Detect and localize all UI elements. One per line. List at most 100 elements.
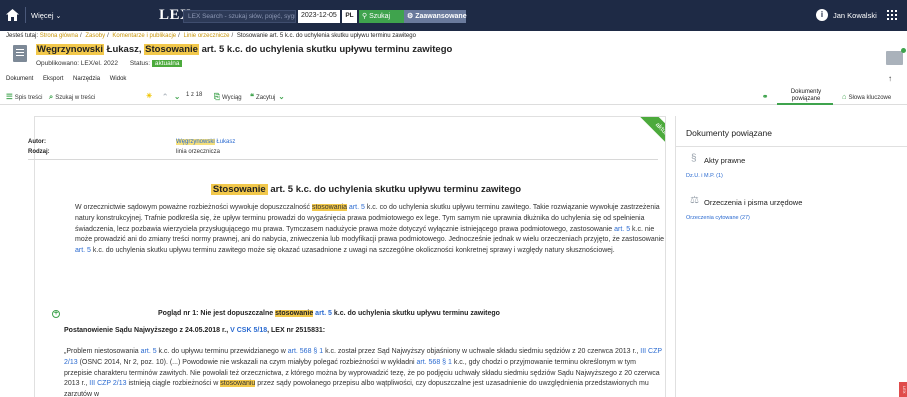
status-label: Status: — [129, 60, 151, 67]
document-toolbar: ☰ Spis treści ⌕ Szukaj w treści ☀ ⌃ ⌄ 1 z … — [0, 88, 907, 105]
settings-icon: ⚙ — [407, 13, 414, 20]
status-badge: aktualna — [151, 60, 183, 67]
breadcrumb-item[interactable]: Komentarze i publikacje — [112, 33, 176, 39]
article-link[interactable]: art. 5 — [315, 310, 332, 317]
author-value: Węgrzynowski Łukasz — [176, 139, 235, 145]
paragraph-icon: § — [691, 153, 697, 164]
article-link[interactable]: art. 568 § 1 — [288, 348, 323, 355]
collapse-up-icon[interactable]: ↑ — [888, 74, 892, 83]
prev-match-button[interactable]: ⌃ — [162, 92, 170, 101]
new-document-icon[interactable] — [886, 48, 906, 65]
divider — [25, 7, 26, 23]
tab-view[interactable]: Widok — [110, 76, 127, 82]
toc-button[interactable]: ☰ Spis treści — [6, 92, 42, 101]
toc-icon: ☰ — [6, 92, 13, 101]
menu-tabs: Dokument Eksport Narzędzia Widok — [6, 76, 134, 82]
match-counter: 1 z 18 — [186, 92, 203, 98]
author-label: Autor: — [28, 139, 46, 145]
chevron-up-icon: ⌃ — [162, 92, 169, 101]
side-panel-title: Dokumenty powiązane — [686, 128, 772, 138]
cite-button[interactable]: ❝ Zacytuj ⌄ — [250, 92, 287, 101]
breadcrumb-prefix: Jesteś tutaj: — [6, 33, 39, 39]
heading-highlight: Stosowanie — [210, 184, 268, 195]
advanced-search-label: Zaawansowane — [415, 13, 467, 20]
active-tab-indicator — [777, 103, 833, 105]
type-label: Rodzaj: — [28, 149, 50, 155]
divider — [28, 159, 658, 160]
date-field[interactable]: 2023-12-05 — [298, 10, 340, 23]
chevron-down-icon: ⌄ — [174, 92, 181, 101]
breadcrumb-current: Stosowanie art. 5 k.c. do uchylenia skut… — [236, 33, 416, 39]
title-rest: art. 5 k.c. do uchylenia skutku upływu t… — [201, 44, 453, 55]
view-heading: Pogląd nr 1: Nie jest dopuszczalne stoso… — [158, 310, 500, 317]
section-title-rulings: Orzeczenia i pisma urzędowe — [704, 198, 803, 207]
author-link-rest[interactable]: Łukasz — [216, 139, 235, 145]
acts-link[interactable]: Dz.U. i M.P. (1) — [686, 173, 723, 179]
divider — [676, 146, 907, 147]
title-author-highlight: Węgrzynowski — [36, 44, 104, 55]
tab-tools[interactable]: Narzędzia — [73, 76, 100, 82]
article-link[interactable]: art. 568 § 1 — [416, 359, 451, 366]
top-navigation-bar: Więcej ⌄ LEX LEX Search - szukaj słów, po… — [0, 0, 907, 31]
search-input[interactable]: LEX Search - szukaj słów, pojęć, sygnatu… — [183, 10, 296, 23]
section-title-acts: Akty prawne — [704, 156, 746, 165]
search-icon: ⚲ — [362, 13, 368, 20]
expand-plus-icon[interactable]: + — [52, 310, 60, 318]
cite-label: Zacytuj — [256, 95, 276, 101]
sun-icon: ☀ — [146, 93, 153, 100]
tag-icon: ⌂ — [842, 92, 847, 101]
search-in-label: Szukaj w treści — [55, 95, 96, 101]
home-icon[interactable] — [6, 9, 19, 21]
highlight-toggle[interactable]: ☀ — [146, 92, 154, 100]
ruling-link[interactable]: V CSK 5/18 — [230, 327, 267, 334]
heading-rest: art. 5 k.c. do uchylenia skutku upływu t… — [270, 184, 522, 195]
article-link[interactable]: art. 5 — [349, 204, 365, 211]
search-doc-icon: ⌕ — [49, 92, 54, 101]
tab-related-documents[interactable]: Dokumenty powiązane — [785, 89, 827, 103]
more-menu-label: Więcej — [31, 11, 54, 20]
language-selector[interactable]: PL — [342, 10, 357, 23]
link-icon: ⚭ — [762, 92, 769, 101]
title-author-rest: Łukasz, — [106, 44, 142, 55]
lex-side-tab[interactable]: LEX — [899, 382, 907, 397]
scales-icon: ⚖ — [690, 195, 699, 206]
tab-keywords[interactable]: ⌂ Słowa kluczowe — [842, 92, 891, 101]
document-meta: Opublikowano: LEX/el. 2022 Status: aktua… — [36, 60, 183, 67]
tab-document[interactable]: Dokument — [6, 76, 33, 82]
extract-button[interactable]: ⎘ Wyciąg — [214, 92, 242, 102]
article-link[interactable]: art. 5 — [75, 247, 91, 254]
ruling-heading: Postanowienie Sądu Najwyższego z 24.05.2… — [64, 327, 326, 334]
published-label: Opublikowano: LEX/el. 2022 — [36, 60, 119, 67]
rulings-link[interactable]: Orzeczenia cytowane (27) — [686, 215, 750, 221]
help-icon[interactable]: i — [816, 9, 828, 21]
breadcrumb-item[interactable]: Zasoby — [85, 33, 105, 39]
search-button-label: Szukaj — [369, 13, 391, 20]
document-title: Węgrzynowski Łukasz, Stosowanie art. 5 k… — [36, 44, 452, 55]
breadcrumb-item[interactable]: Linie orzecznicze — [183, 33, 229, 39]
title-highlight: Stosowanie — [144, 44, 199, 55]
apps-grid-icon[interactable] — [887, 10, 897, 20]
tab-export[interactable]: Eksport — [43, 76, 63, 82]
search-button[interactable]: ⚲ Szukaj — [359, 10, 404, 23]
ruling-link[interactable]: III CZP 2/13 — [89, 380, 126, 387]
next-match-button[interactable]: ⌄ — [174, 92, 182, 101]
document-icon — [13, 45, 27, 62]
more-menu[interactable]: Więcej ⌄ — [31, 11, 61, 20]
author-link[interactable]: Węgrzynowski — [176, 139, 215, 145]
content-heading: Stosowanie art. 5 k.c. do uchylenia skut… — [0, 184, 732, 195]
keywords-label: Słowa kluczowe — [848, 95, 892, 101]
article-link[interactable]: art. 5 — [614, 226, 630, 233]
search-in-content-button[interactable]: ⌕ Szukaj w treści — [49, 92, 95, 102]
user-name[interactable]: Jan Kowalski — [833, 11, 877, 20]
advanced-search-button[interactable]: ⚙ Zaawansowane — [404, 10, 467, 23]
related-documents-panel: Dokumenty powiązane § Akty prawne Dz.U. … — [675, 116, 907, 397]
quote-icon: ❝ — [250, 92, 255, 101]
extract-icon: ⎘ — [214, 92, 220, 101]
chevron-down-icon: ⌄ — [55, 13, 62, 20]
chevron-down-icon: ⌄ — [278, 92, 285, 101]
toc-label: Spis treści — [14, 95, 43, 101]
ruling-quote: „Problem niestosowania art. 5 k.c. do up… — [64, 348, 662, 397]
breadcrumb-item[interactable]: Strona główna — [40, 33, 78, 39]
article-link[interactable]: art. 5 — [141, 348, 157, 355]
extract-label: Wyciąg — [222, 95, 242, 101]
